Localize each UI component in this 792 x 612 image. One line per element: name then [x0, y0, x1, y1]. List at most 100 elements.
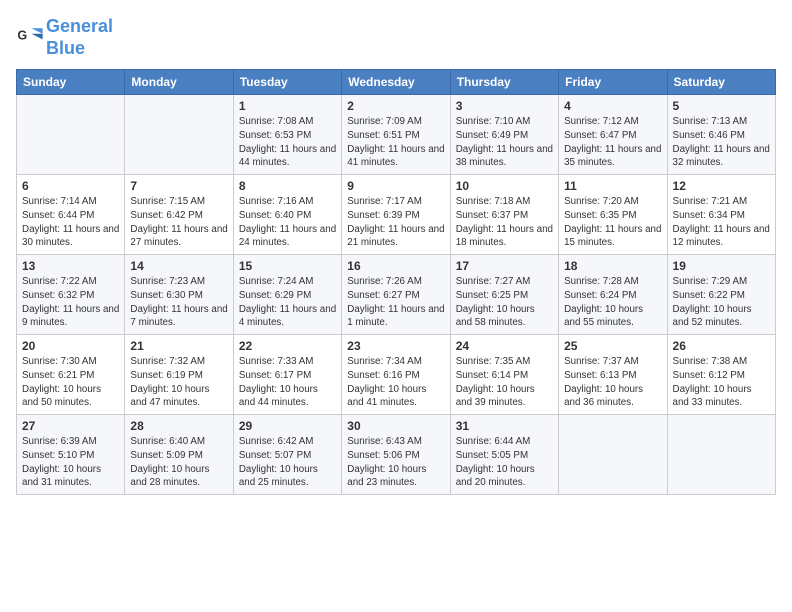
page-header: G General Blue: [16, 16, 776, 59]
day-number: 29: [239, 419, 336, 433]
day-number: 31: [456, 419, 553, 433]
day-number: 24: [456, 339, 553, 353]
day-number: 30: [347, 419, 444, 433]
day-number: 27: [22, 419, 119, 433]
calendar-cell: 7Sunrise: 7:15 AMSunset: 6:42 PMDaylight…: [125, 175, 233, 255]
day-info: Sunrise: 7:33 AMSunset: 6:17 PMDaylight:…: [239, 355, 336, 410]
day-info: Sunrise: 7:16 AMSunset: 6:40 PMDaylight:…: [239, 195, 336, 250]
column-header-wednesday: Wednesday: [342, 70, 450, 95]
calendar-cell: 5 Sunrise: 7:13 AMSunset: 6:46 PMDaylight…: [667, 95, 775, 175]
day-number: 14: [130, 259, 227, 273]
calendar-cell: [667, 415, 775, 495]
calendar-cell: 31 Sunrise: 6:44 AMSunset: 5:05 PMDayligh…: [450, 415, 558, 495]
day-info: Sunrise: 7:23 AMSunset: 6:30 PMDaylight:…: [130, 275, 227, 330]
day-number: 11: [564, 179, 661, 193]
calendar-cell: 28 Sunrise: 6:40 AMSunset: 5:09 PMDayligh…: [125, 415, 233, 495]
day-info: Sunrise: 7:10 AMSunset: 6:49 PMDaylight:…: [456, 115, 553, 170]
calendar-cell: 30 Sunrise: 6:43 AMSunset: 5:06 PMDayligh…: [342, 415, 450, 495]
calendar-cell: 19Sunrise: 7:29 AMSunset: 6:22 PMDayligh…: [667, 255, 775, 335]
day-info: Sunrise: 7:18 AMSunset: 6:37 PMDaylight:…: [456, 195, 553, 250]
calendar-cell: 26 Sunrise: 7:38 AMSunset: 6:12 PMDayligh…: [667, 335, 775, 415]
calendar-cell: 13 Sunrise: 7:22 AMSunset: 6:32 PMDayligh…: [17, 255, 125, 335]
column-header-tuesday: Tuesday: [233, 70, 341, 95]
calendar-cell: [17, 95, 125, 175]
day-info: Sunrise: 6:42 AMSunset: 5:07 PMDaylight:…: [239, 435, 336, 490]
calendar-cell: 2Sunrise: 7:09 AMSunset: 6:51 PMDaylight…: [342, 95, 450, 175]
day-number: 21: [130, 339, 227, 353]
calendar-cell: 22Sunrise: 7:33 AMSunset: 6:17 PMDayligh…: [233, 335, 341, 415]
day-info: Sunrise: 6:43 AMSunset: 5:06 PMDaylight:…: [347, 435, 444, 490]
day-info: Sunrise: 7:35 AMSunset: 6:14 PMDaylight:…: [456, 355, 553, 410]
logo-icon: G: [16, 24, 44, 52]
day-number: 12: [673, 179, 770, 193]
day-number: 6: [22, 179, 119, 193]
day-info: Sunrise: 7:26 AMSunset: 6:27 PMDaylight:…: [347, 275, 444, 330]
day-number: 18: [564, 259, 661, 273]
day-info: Sunrise: 7:21 AMSunset: 6:34 PMDaylight:…: [673, 195, 770, 250]
day-number: 25: [564, 339, 661, 353]
day-number: 5: [673, 99, 770, 113]
calendar-cell: 20 Sunrise: 7:30 AMSunset: 6:21 PMDayligh…: [17, 335, 125, 415]
day-info: Sunrise: 7:38 AMSunset: 6:12 PMDaylight:…: [673, 355, 770, 410]
calendar-cell: 27 Sunrise: 6:39 AMSunset: 5:10 PMDayligh…: [17, 415, 125, 495]
day-number: 28: [130, 419, 227, 433]
day-info: Sunrise: 7:17 AMSunset: 6:39 PMDaylight:…: [347, 195, 444, 250]
day-info: Sunrise: 7:32 AMSunset: 6:19 PMDaylight:…: [130, 355, 227, 410]
calendar-table: SundayMondayTuesdayWednesdayThursdayFrid…: [16, 69, 776, 495]
calendar-cell: 11 Sunrise: 7:20 AMSunset: 6:35 PMDayligh…: [559, 175, 667, 255]
day-number: 13: [22, 259, 119, 273]
calendar-week-1: 1 Sunrise: 7:08 AMSunset: 6:53 PMDaylight…: [17, 95, 776, 175]
calendar-cell: 23 Sunrise: 7:34 AMSunset: 6:16 PMDayligh…: [342, 335, 450, 415]
calendar-cell: 15 Sunrise: 7:24 AMSunset: 6:29 PMDayligh…: [233, 255, 341, 335]
calendar-cell: 8 Sunrise: 7:16 AMSunset: 6:40 PMDaylight…: [233, 175, 341, 255]
day-info: Sunrise: 7:30 AMSunset: 6:21 PMDaylight:…: [22, 355, 119, 410]
calendar-cell: [559, 415, 667, 495]
day-info: Sunrise: 7:28 AMSunset: 6:24 PMDaylight:…: [564, 275, 661, 330]
day-number: 4: [564, 99, 661, 113]
day-number: 20: [22, 339, 119, 353]
day-number: 17: [456, 259, 553, 273]
day-number: 9: [347, 179, 444, 193]
calendar-cell: 10Sunrise: 7:18 AMSunset: 6:37 PMDayligh…: [450, 175, 558, 255]
column-header-sunday: Sunday: [17, 70, 125, 95]
day-info: Sunrise: 7:20 AMSunset: 6:35 PMDaylight:…: [564, 195, 661, 250]
calendar-cell: 12 Sunrise: 7:21 AMSunset: 6:34 PMDayligh…: [667, 175, 775, 255]
calendar-cell: 24 Sunrise: 7:35 AMSunset: 6:14 PMDayligh…: [450, 335, 558, 415]
column-header-monday: Monday: [125, 70, 233, 95]
day-number: 1: [239, 99, 336, 113]
day-info: Sunrise: 7:24 AMSunset: 6:29 PMDaylight:…: [239, 275, 336, 330]
day-info: Sunrise: 7:27 AMSunset: 6:25 PMDaylight:…: [456, 275, 553, 330]
day-number: 15: [239, 259, 336, 273]
column-header-friday: Friday: [559, 70, 667, 95]
logo: G General Blue: [16, 16, 113, 59]
calendar-week-5: 27 Sunrise: 6:39 AMSunset: 5:10 PMDayligh…: [17, 415, 776, 495]
header-row: SundayMondayTuesdayWednesdayThursdayFrid…: [17, 70, 776, 95]
calendar-cell: 17 Sunrise: 7:27 AMSunset: 6:25 PMDayligh…: [450, 255, 558, 335]
calendar-cell: 6 Sunrise: 7:14 AMSunset: 6:44 PMDaylight…: [17, 175, 125, 255]
calendar-cell: 1 Sunrise: 7:08 AMSunset: 6:53 PMDaylight…: [233, 95, 341, 175]
svg-text:G: G: [17, 28, 27, 42]
day-number: 7: [130, 179, 227, 193]
day-info: Sunrise: 7:13 AMSunset: 6:46 PMDaylight:…: [673, 115, 770, 170]
day-info: Sunrise: 6:40 AMSunset: 5:09 PMDaylight:…: [130, 435, 227, 490]
day-number: 26: [673, 339, 770, 353]
day-info: Sunrise: 7:08 AMSunset: 6:53 PMDaylight:…: [239, 115, 336, 170]
day-number: 19: [673, 259, 770, 273]
day-number: 2: [347, 99, 444, 113]
day-info: Sunrise: 6:39 AMSunset: 5:10 PMDaylight:…: [22, 435, 119, 490]
calendar-week-2: 6 Sunrise: 7:14 AMSunset: 6:44 PMDaylight…: [17, 175, 776, 255]
day-info: Sunrise: 7:14 AMSunset: 6:44 PMDaylight:…: [22, 195, 119, 250]
day-info: Sunrise: 6:44 AMSunset: 5:05 PMDaylight:…: [456, 435, 553, 490]
calendar-cell: 21 Sunrise: 7:32 AMSunset: 6:19 PMDayligh…: [125, 335, 233, 415]
calendar-cell: 14 Sunrise: 7:23 AMSunset: 6:30 PMDayligh…: [125, 255, 233, 335]
day-info: Sunrise: 7:34 AMSunset: 6:16 PMDaylight:…: [347, 355, 444, 410]
calendar-cell: 16Sunrise: 7:26 AMSunset: 6:27 PMDayligh…: [342, 255, 450, 335]
day-number: 8: [239, 179, 336, 193]
day-number: 23: [347, 339, 444, 353]
day-info: Sunrise: 7:22 AMSunset: 6:32 PMDaylight:…: [22, 275, 119, 330]
calendar-cell: 25Sunrise: 7:37 AMSunset: 6:13 PMDayligh…: [559, 335, 667, 415]
calendar-week-3: 13 Sunrise: 7:22 AMSunset: 6:32 PMDayligh…: [17, 255, 776, 335]
calendar-cell: 3Sunrise: 7:10 AMSunset: 6:49 PMDaylight…: [450, 95, 558, 175]
calendar-week-4: 20 Sunrise: 7:30 AMSunset: 6:21 PMDayligh…: [17, 335, 776, 415]
calendar-cell: 9 Sunrise: 7:17 AMSunset: 6:39 PMDaylight…: [342, 175, 450, 255]
